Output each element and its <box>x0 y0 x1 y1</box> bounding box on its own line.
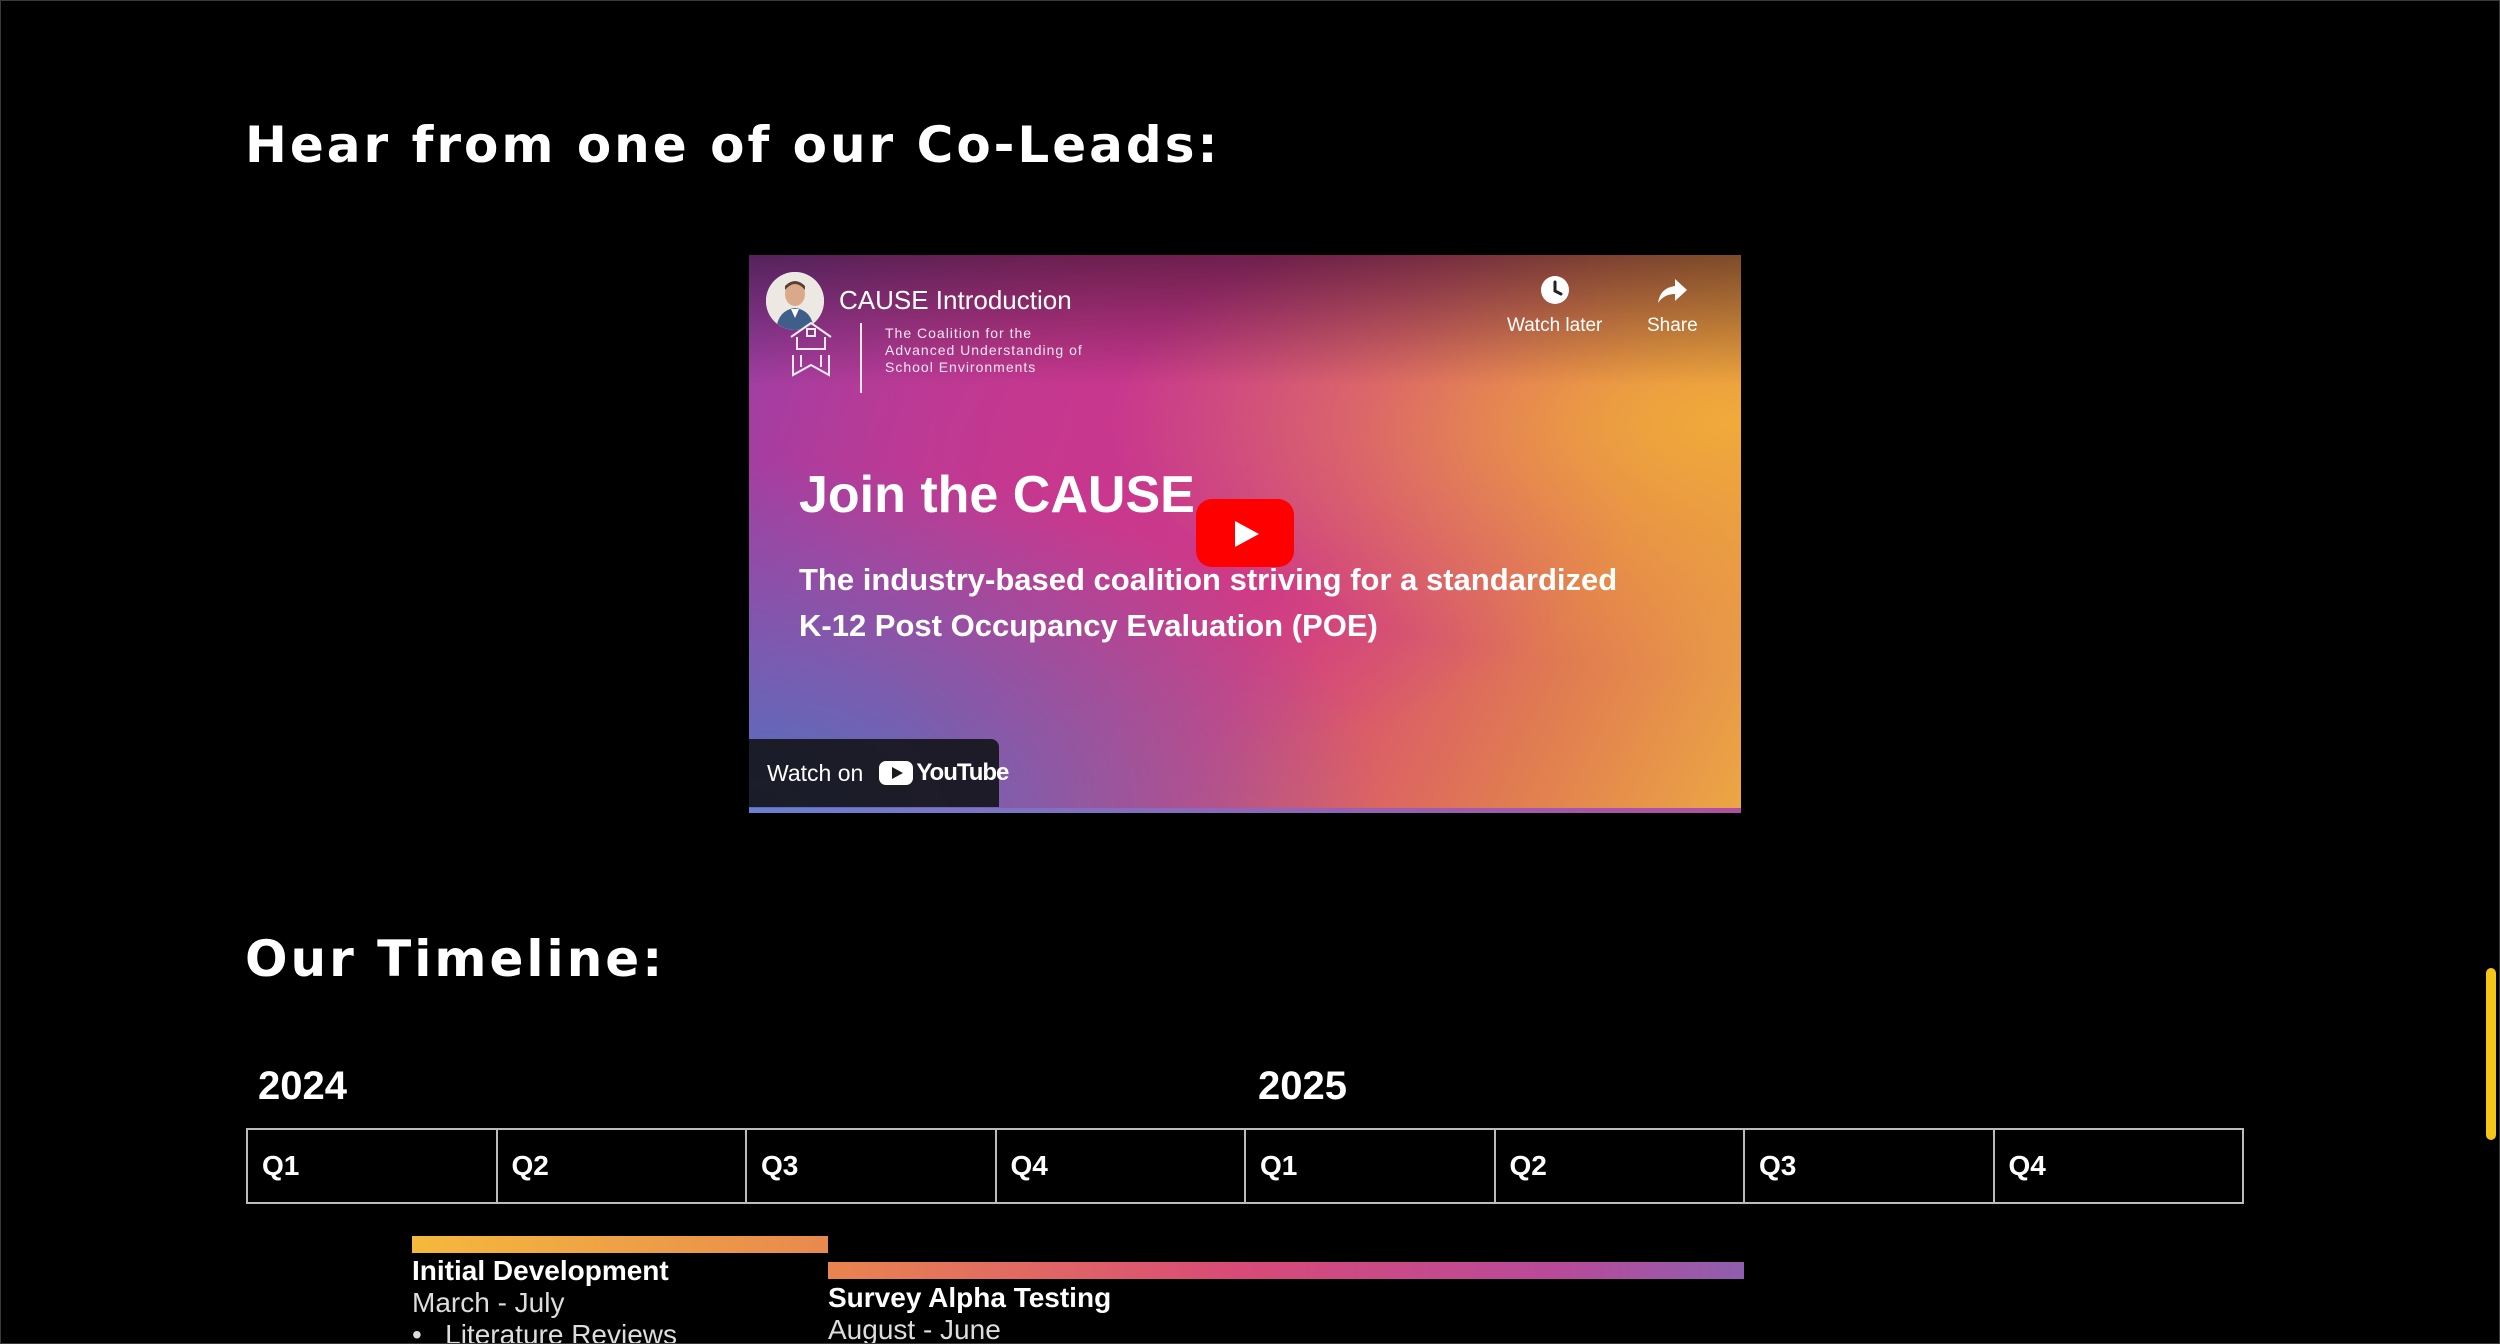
quarter-cell: Q4 <box>1995 1130 2244 1202</box>
play-button[interactable] <box>1196 499 1294 567</box>
year-label-2025: 2025 <box>1258 1064 1347 1108</box>
share-button[interactable]: Share <box>1647 273 1698 337</box>
phase-title: Survey Alpha Testing <box>828 1282 1112 1313</box>
watch-later-button[interactable]: Watch later <box>1507 273 1602 337</box>
quarter-cell: Q2 <box>498 1130 747 1202</box>
share-arrow-icon <box>1658 279 1688 303</box>
quarter-cell: Q3 <box>747 1130 997 1202</box>
cause-logo-icon <box>790 321 862 393</box>
youtube-play-icon <box>879 761 914 785</box>
phase-bullet-text: Literature Reviews <box>445 1319 678 1344</box>
watch-on-label: Watch on <box>767 759 864 786</box>
quarter-cell: Q2 <box>1496 1130 1745 1202</box>
video-title[interactable]: CAUSE Introduction <box>839 285 1072 316</box>
quarter-grid: Q1 Q2 Q3 Q4 Q1 Q2 Q3 Q4 <box>246 1128 2244 1204</box>
coleads-heading: Hear from one of our Co-Leads: <box>245 116 1221 174</box>
phase-dates: August - June <box>828 1314 1001 1344</box>
video-embed[interactable]: CAUSE Introduction The Coalition for the… <box>749 255 1741 813</box>
youtube-logo-icon: YouTube <box>879 759 1009 787</box>
page: Hear from one of our Co-Leads: CAUSE Int… <box>0 0 2500 1344</box>
quarter-cell: Q1 <box>248 1130 498 1202</box>
phase-title: Initial Development <box>412 1255 669 1286</box>
video-progress-line <box>749 808 1741 813</box>
phase-dates: March - July <box>412 1287 565 1318</box>
share-label: Share <box>1647 315 1698 336</box>
youtube-wordmark: YouTube <box>916 759 1009 786</box>
video-subheading: The industry-based coalition striving fo… <box>799 562 1618 643</box>
quarter-cell: Q4 <box>997 1130 1246 1202</box>
scrollbar-thumb[interactable] <box>2486 968 2496 1140</box>
phase-bar-initial-development <box>412 1236 828 1253</box>
watch-on-youtube-button[interactable]: Watch on YouTube <box>749 739 1009 807</box>
quarter-cell: Q3 <box>1745 1130 1995 1202</box>
org-name: The Coalition for the Advanced Understan… <box>885 325 1083 375</box>
watch-later-label: Watch later <box>1507 315 1603 336</box>
phase-bar-alpha-testing <box>828 1262 1744 1279</box>
clock-icon <box>1540 276 1569 304</box>
phase-bullet-item: • Literature Reviews <box>412 1319 677 1344</box>
year-label-2024: 2024 <box>258 1064 347 1108</box>
timeline-heading: Our Timeline: <box>245 930 666 988</box>
video-heading: Join the CAUSE <box>799 466 1195 524</box>
quarter-cell: Q1 <box>1246 1130 1496 1202</box>
